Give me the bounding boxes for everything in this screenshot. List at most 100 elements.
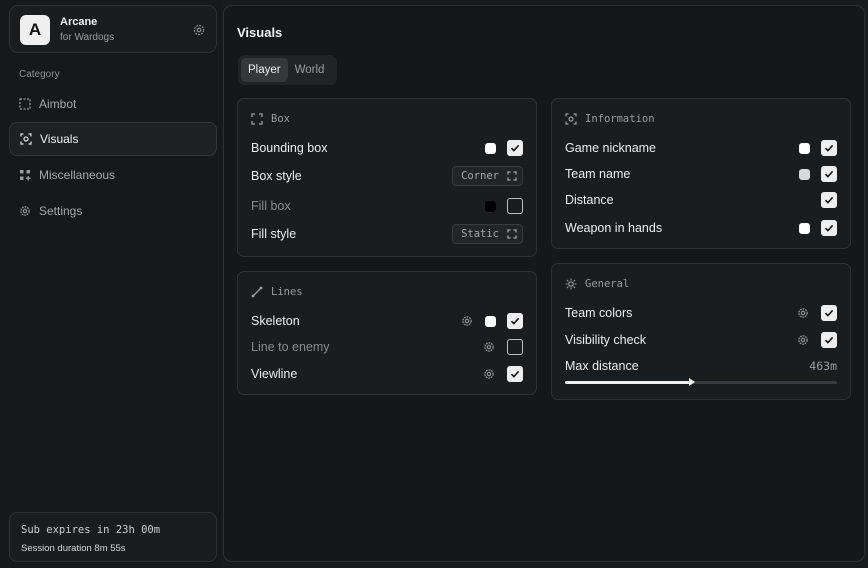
line-to-enemy-settings-gear-icon[interactable] bbox=[483, 341, 495, 353]
check-icon bbox=[510, 370, 520, 378]
team-colors-settings-gear-icon[interactable] bbox=[797, 307, 809, 319]
card-title: Box bbox=[271, 113, 290, 125]
page-title: Visuals bbox=[237, 25, 283, 40]
sidebar-item-label: Visuals bbox=[40, 132, 79, 146]
check-icon bbox=[510, 144, 520, 152]
viewline-label: Viewline bbox=[251, 367, 298, 381]
team-name-label: Team name bbox=[565, 167, 631, 181]
weapon-color-swatch[interactable] bbox=[799, 222, 810, 234]
visibility-check-settings-gear-icon[interactable] bbox=[797, 334, 809, 346]
weapon-row: Weapon in hands bbox=[565, 218, 837, 238]
skeleton-row: Skeleton bbox=[251, 311, 523, 331]
sidebar-item-visuals[interactable]: Visuals bbox=[9, 122, 217, 156]
team-colors-label: Team colors bbox=[565, 306, 633, 320]
card-header: Lines bbox=[251, 286, 303, 298]
game-nickname-row: Game nickname bbox=[565, 138, 837, 158]
skeleton-color-swatch[interactable] bbox=[485, 315, 496, 327]
lines-card: Lines Skeleton Line to enemy Viewline bbox=[237, 271, 537, 395]
fill-style-label: Fill style bbox=[251, 227, 297, 241]
check-icon bbox=[824, 224, 834, 232]
category-label: Category bbox=[19, 69, 60, 80]
team-colors-row: Team colors bbox=[565, 303, 837, 323]
sidebar-item-settings[interactable]: Settings bbox=[9, 194, 217, 228]
sidebar-item-miscellaneous[interactable]: Miscellaneous bbox=[9, 158, 217, 192]
game-nickname-color-swatch[interactable] bbox=[799, 142, 810, 154]
fill-box-label: Fill box bbox=[251, 199, 291, 213]
distance-checkbox[interactable] bbox=[821, 192, 837, 208]
game-nickname-label: Game nickname bbox=[565, 141, 657, 155]
line-to-enemy-label: Line to enemy bbox=[251, 340, 330, 354]
team-name-color-swatch[interactable] bbox=[799, 168, 810, 180]
skeleton-label: Skeleton bbox=[251, 314, 300, 328]
max-distance-value: 463m bbox=[809, 359, 837, 373]
card-header: Information bbox=[565, 113, 655, 125]
check-icon bbox=[510, 317, 520, 325]
visibility-check-row: Visibility check bbox=[565, 330, 837, 350]
max-distance-slider[interactable] bbox=[565, 378, 837, 386]
weapon-label: Weapon in hands bbox=[565, 221, 663, 235]
bounding-box-row: Bounding box bbox=[251, 138, 523, 158]
select-corners-icon bbox=[507, 229, 517, 239]
skeleton-settings-gear-icon[interactable] bbox=[461, 315, 473, 327]
viewline-checkbox[interactable] bbox=[507, 366, 523, 382]
fill-style-row: Fill style Static bbox=[251, 224, 523, 244]
fill-box-checkbox[interactable] bbox=[507, 198, 523, 214]
session-duration: Session duration 8m 55s bbox=[21, 543, 126, 554]
sun-icon bbox=[565, 278, 577, 290]
box-style-value: Corner bbox=[461, 170, 499, 182]
check-icon bbox=[824, 196, 834, 204]
gear-icon bbox=[20, 206, 30, 216]
slider-handle[interactable] bbox=[688, 378, 695, 386]
visibility-check-checkbox[interactable] bbox=[821, 332, 837, 348]
bounding-box-label: Bounding box bbox=[251, 141, 328, 155]
card-title: Lines bbox=[271, 286, 303, 298]
brand-settings-gear-icon[interactable] bbox=[192, 23, 206, 37]
team-name-row: Team name bbox=[565, 164, 837, 184]
eye-scan-icon bbox=[565, 113, 577, 125]
check-icon bbox=[824, 144, 834, 152]
team-name-checkbox[interactable] bbox=[821, 166, 837, 182]
subscription-panel: Sub expires in 23h 00m Session duration … bbox=[9, 512, 217, 562]
app-logo: A bbox=[20, 15, 50, 45]
main-panel: Visuals Player World Box Bounding box Bo… bbox=[223, 5, 865, 562]
card-title: General bbox=[585, 278, 630, 290]
sidebar-item-label: Miscellaneous bbox=[39, 168, 116, 182]
box-style-select[interactable]: Corner bbox=[452, 166, 523, 186]
subscription-expiry: Sub expires in 23h 00m bbox=[21, 524, 161, 536]
distance-label: Distance bbox=[565, 193, 614, 207]
fill-style-select[interactable]: Static bbox=[452, 224, 523, 244]
box-style-row: Box style Corner bbox=[251, 166, 523, 186]
eye-scan-icon bbox=[20, 133, 32, 145]
app-title: Arcane bbox=[60, 16, 98, 28]
box-corners-icon bbox=[251, 113, 263, 125]
max-distance-row: Max distance 463m bbox=[565, 356, 837, 376]
fill-box-color-swatch[interactable] bbox=[485, 200, 496, 212]
sidebar: A Arcane for Wardogs Category Aimbot Vis… bbox=[0, 0, 222, 568]
check-icon bbox=[824, 336, 834, 344]
team-colors-checkbox[interactable] bbox=[821, 305, 837, 321]
game-nickname-checkbox[interactable] bbox=[821, 140, 837, 156]
app-subtitle: for Wardogs bbox=[60, 32, 115, 43]
card-header: General bbox=[565, 278, 629, 290]
visibility-check-label: Visibility check bbox=[565, 333, 647, 347]
line-to-enemy-checkbox[interactable] bbox=[507, 339, 523, 355]
tab-player[interactable]: Player bbox=[241, 58, 288, 82]
fill-box-row: Fill box bbox=[251, 196, 523, 216]
diagonal-line-icon bbox=[251, 286, 263, 298]
box-style-label: Box style bbox=[251, 169, 302, 183]
dashed-square-icon bbox=[19, 98, 31, 110]
max-distance-label: Max distance bbox=[565, 359, 639, 373]
distance-row: Distance bbox=[565, 190, 837, 210]
sidebar-item-label: Aimbot bbox=[39, 97, 77, 111]
skeleton-checkbox[interactable] bbox=[507, 313, 523, 329]
tab-world[interactable]: World bbox=[288, 58, 332, 82]
viewline-settings-gear-icon[interactable] bbox=[483, 368, 495, 380]
card-title: Information bbox=[585, 113, 655, 125]
select-corners-icon bbox=[507, 171, 517, 181]
card-header: Box bbox=[251, 113, 290, 125]
bounding-box-color-swatch[interactable] bbox=[485, 142, 496, 154]
weapon-checkbox[interactable] bbox=[821, 220, 837, 236]
general-card: General Team colors Visibility check Max… bbox=[551, 263, 851, 400]
bounding-box-checkbox[interactable] bbox=[507, 140, 523, 156]
sidebar-item-aimbot[interactable]: Aimbot bbox=[9, 87, 217, 121]
